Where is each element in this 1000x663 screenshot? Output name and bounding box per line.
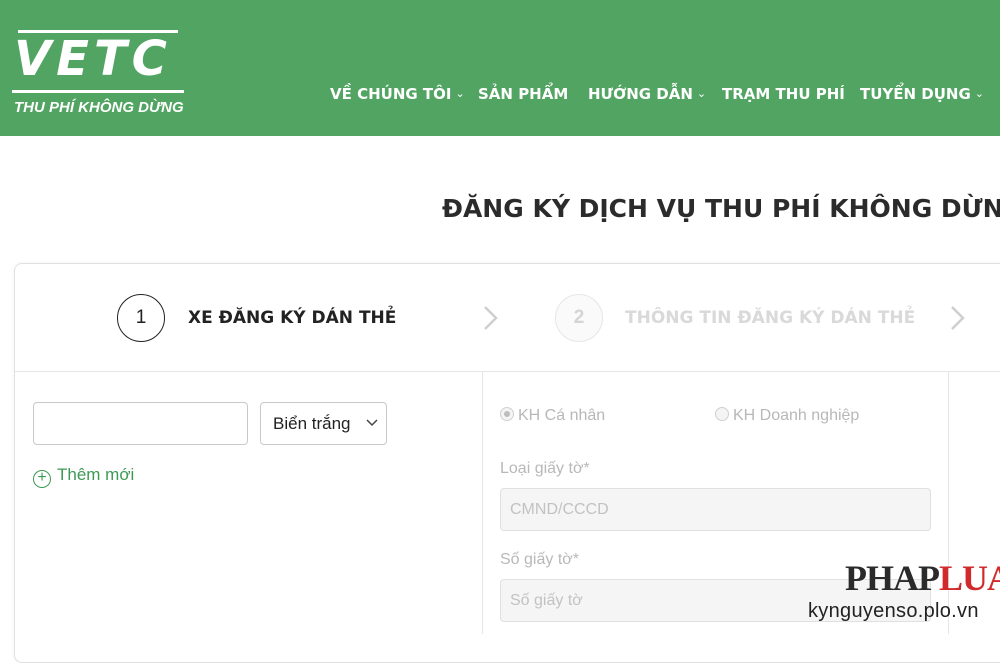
radio-individual-label: KH Cá nhân — [518, 407, 606, 424]
add-vehicle-link[interactable]: + Thêm mới — [33, 465, 135, 488]
nav-item-label: SẢN PHẨM — [478, 85, 569, 103]
nav-item-label: TRẠM THU PHÍ — [722, 85, 845, 103]
chevron-right-icon — [484, 306, 498, 330]
nav-item-about[interactable]: VỀ CHÚNG TÔI ⌄ — [330, 84, 465, 106]
chevron-down-icon: ⌄ — [455, 87, 465, 100]
id-number-label: Số giấy tờ* — [500, 551, 579, 568]
plate-type-value: Biển trắng — [273, 414, 351, 433]
chevron-down-icon — [366, 419, 378, 427]
chevron-down-icon: ⌄ — [696, 87, 707, 100]
logo-tagline: THU PHÍ KHÔNG DỪNG — [14, 99, 184, 116]
nav-item-products[interactable]: SẢN PHẨM — [478, 84, 568, 104]
add-vehicle-label: Thêm mới — [57, 465, 135, 484]
step-1-number: 1 — [117, 294, 165, 342]
chevron-down-icon: ⌄ — [974, 87, 985, 100]
plus-circle-icon: + — [33, 470, 51, 488]
vetc-logo[interactable]: VETC THU PHÍ KHÔNG DỪNG — [12, 28, 192, 120]
license-plate-input[interactable] — [33, 402, 248, 445]
nav-item-label: HƯỚNG DẪN — [588, 85, 693, 103]
column-divider — [482, 372, 483, 634]
logo-bottom-line — [12, 90, 184, 93]
id-type-field[interactable]: CMND/CCCD — [500, 488, 931, 531]
chevron-right-icon — [951, 306, 965, 330]
watermark-url: kynguyenso.plo.vn — [808, 600, 979, 622]
step-2-label: THÔNG TIN ĐĂNG KÝ DÁN THẺ — [625, 308, 916, 328]
nav-item-toll-stations[interactable]: TRẠM THU PHÍ — [722, 84, 845, 104]
step-2-number: 2 — [555, 294, 603, 342]
plate-type-select[interactable]: Biển trắng — [260, 402, 387, 445]
radio-business-label: KH Doanh nghiệp — [733, 407, 860, 424]
step-1-label: XE ĐĂNG KÝ DÁN THẺ — [188, 308, 397, 328]
watermark-logo-part2: LUAT — [938, 558, 1000, 598]
radio-dot-icon — [715, 407, 729, 421]
site-header: VETC THU PHÍ KHÔNG DỪNG VỀ CHÚNG TÔI ⌄ SẢ… — [0, 0, 1000, 136]
id-type-label: Loại giấy tờ* — [500, 460, 590, 477]
nav-item-label: VỀ CHÚNG TÔI — [330, 85, 452, 103]
radio-individual[interactable]: KH Cá nhân — [500, 407, 605, 425]
page-title: ĐĂNG KÝ DỊCH VỤ THU PHÍ KHÔNG DỪNG — [442, 194, 1000, 223]
id-type-value: CMND/CCCD — [510, 501, 609, 518]
id-number-placeholder: Số giấy tờ — [510, 592, 583, 609]
nav-item-guide[interactable]: HƯỚNG DẪN ⌄ — [588, 84, 706, 106]
nav-item-careers[interactable]: TUYỂN DỤNG ⌄ — [860, 84, 984, 106]
radio-business[interactable]: KH Doanh nghiệp — [715, 407, 859, 425]
phapluat-watermark-logo: PHAPLUAT — [845, 560, 1000, 596]
watermark-logo-part1: PHAP — [845, 558, 940, 598]
radio-dot-icon — [500, 407, 514, 421]
logo-wordmark: VETC — [14, 31, 172, 87]
steps-divider — [15, 371, 1000, 372]
nav-item-label: TUYỂN DỤNG — [860, 85, 971, 103]
